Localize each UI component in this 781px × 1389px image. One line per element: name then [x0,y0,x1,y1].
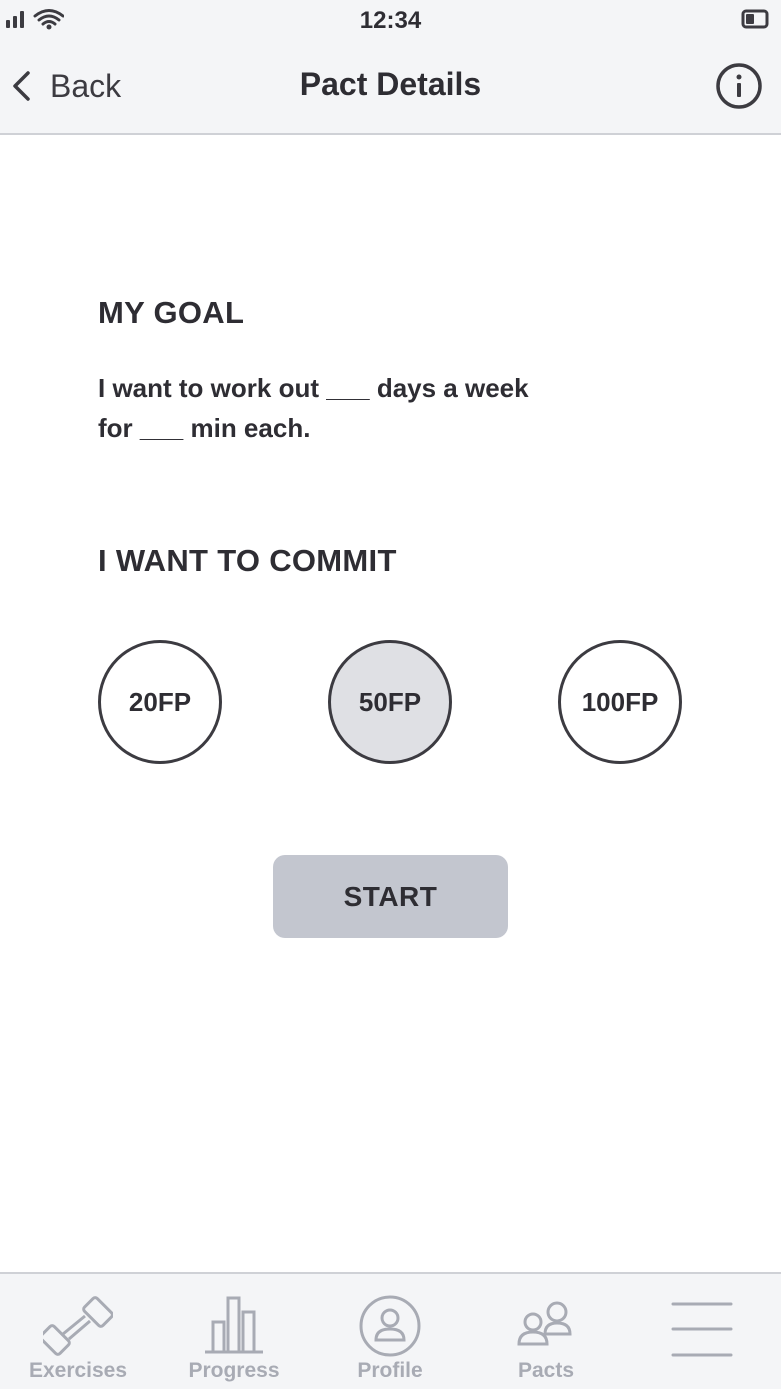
tab-progress[interactable]: Progress [156,1274,312,1389]
goal-line-1: I want to work out ___ days a week [98,373,529,403]
goal-text: I want to work out ___ days a week for _… [98,368,638,448]
tab-label-progress: Progress [188,1359,280,1382]
battery-icon [741,9,769,29]
tab-profile[interactable]: Profile [312,1274,468,1389]
tab-label-exercises: Exercises [28,1359,128,1382]
menu-icon [671,1302,733,1357]
navigation-bar: Back Pact Details [0,40,781,135]
commit-option-20fp[interactable]: 20FP [98,640,222,764]
tab-bar: Exercises Progress Profile Pacts [0,1272,781,1389]
status-time: 12:34 [359,7,422,34]
commit-option-50fp[interactable]: 50FP [328,640,452,764]
back-label: Back [50,67,122,104]
tab-menu[interactable] [624,1274,780,1389]
tab-exercises[interactable]: Exercises [0,1274,156,1389]
dumbbell-icon [43,1296,113,1356]
tab-label-profile: Profile [357,1359,423,1382]
commit-heading: I WANT TO COMMIT [98,543,397,578]
bar-chart-icon [205,1296,263,1354]
goal-line-2: for ___ min each. [98,413,311,443]
commit-option-100fp[interactable]: 100FP [558,640,682,764]
group-icon [517,1301,572,1346]
user-icon [359,1295,421,1357]
back-button[interactable]: Back [10,64,121,108]
status-bar: 12:34 [0,0,781,40]
chevron-left-icon [13,71,30,101]
tab-label-pacts: Pacts [517,1359,575,1382]
info-icon[interactable] [715,62,763,110]
start-button[interactable]: START [273,855,508,938]
goal-heading: MY GOAL [98,295,245,330]
tab-pacts[interactable]: Pacts [468,1274,624,1389]
